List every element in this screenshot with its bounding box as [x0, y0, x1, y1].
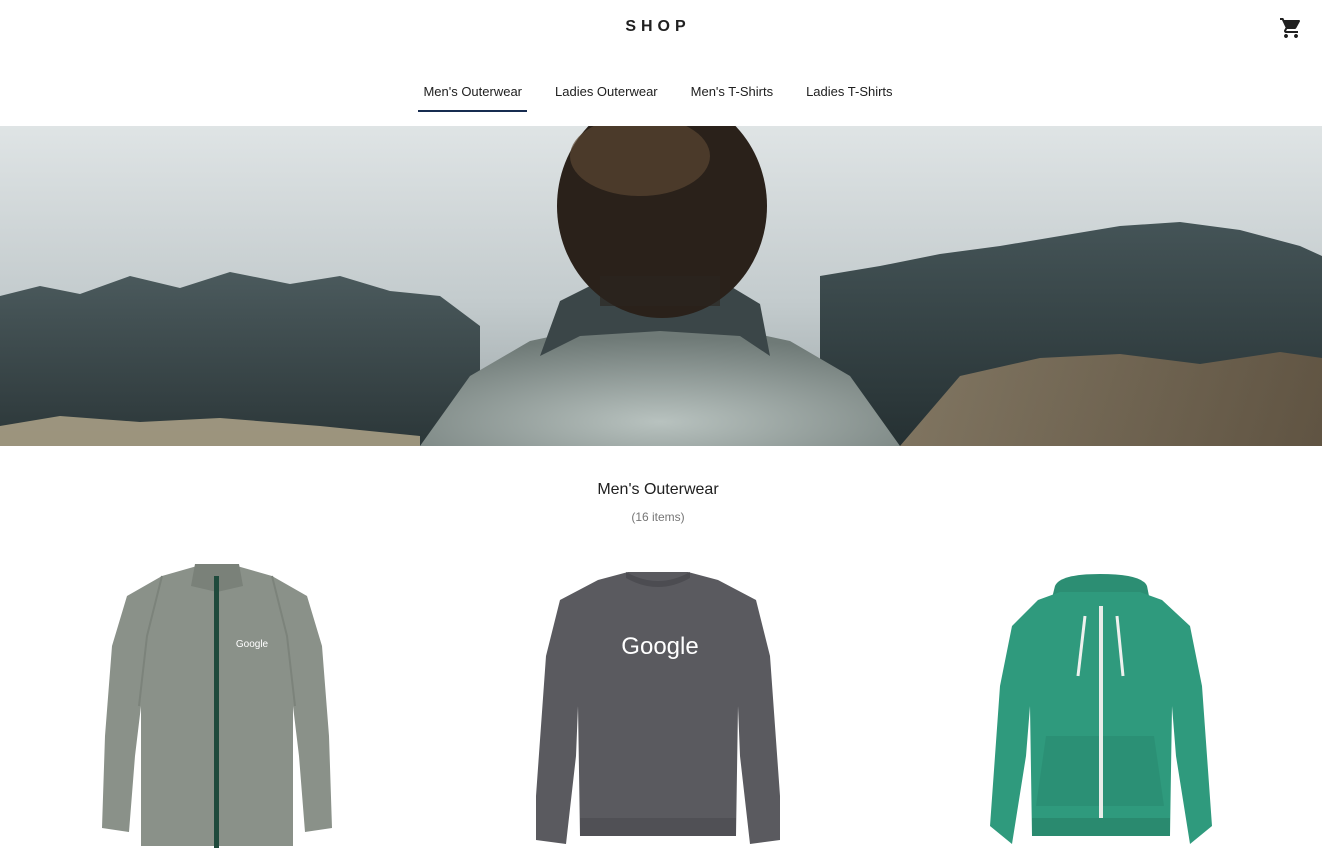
product-card-green-hoodie[interactable]: [950, 556, 1250, 850]
shop-logo[interactable]: SHOP: [0, 18, 1316, 36]
charcoal-sweatshirt-image: Google: [536, 572, 780, 844]
product-card-grey-zip-jacket[interactable]: Google: [67, 556, 367, 850]
category-item-count: (16 items): [631, 510, 685, 524]
tab-mens-t-shirts[interactable]: Men's T-Shirts: [686, 76, 778, 112]
grey-zip-jacket-image: Google: [102, 564, 332, 848]
category-title: Men's Outerwear: [597, 481, 719, 498]
green-hoodie-image: [990, 574, 1212, 844]
hero-banner-image: [0, 126, 1322, 446]
tab-mens-outerwear[interactable]: Men's Outerwear: [418, 76, 527, 112]
product-logo-text: Google: [621, 633, 698, 660]
tab-ladies-outerwear[interactable]: Ladies Outerwear: [550, 76, 663, 112]
product-grid: Google Google: [0, 556, 1322, 850]
tab-ladies-t-shirts[interactable]: Ladies T-Shirts: [801, 76, 897, 112]
product-card-charcoal-sweatshirt[interactable]: Google: [508, 556, 808, 850]
category-tabs: Men's Outerwear Ladies Outerwear Men's T…: [0, 76, 1316, 116]
app-header: SHOP: [0, 0, 1322, 58]
shopping-cart-icon[interactable]: [1279, 16, 1303, 40]
product-logo-text: Google: [236, 639, 269, 650]
shop-app: SHOP Men's Outerwear Ladies Outerwear Me…: [0, 0, 1322, 850]
